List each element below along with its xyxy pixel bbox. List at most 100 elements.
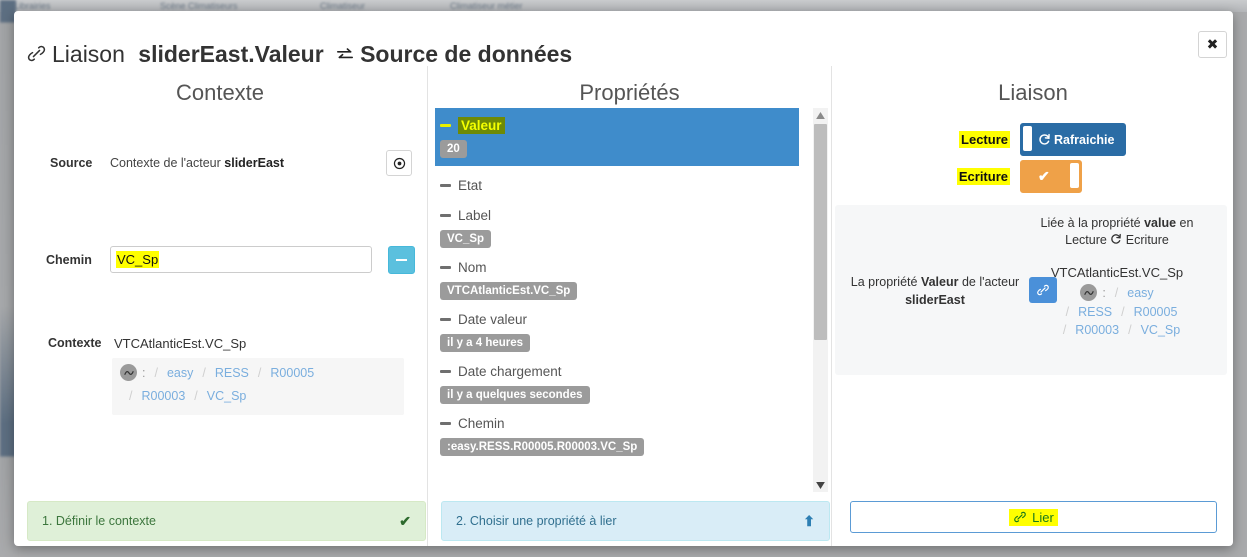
step-1-define-context[interactable]: 1. Définir le contexte ✔ [27, 501, 426, 541]
property-item-nom[interactable]: Nom VTCAtlanticEst.VC_Sp [440, 256, 804, 300]
exchange-arrows-icon [335, 42, 355, 69]
scroll-up-arrow-icon[interactable] [813, 108, 828, 122]
breadcrumb-line-2: / R00003 / VC_Sp [120, 389, 396, 403]
info-breadcrumb-item-ress[interactable]: RESS [1078, 305, 1112, 319]
source-value-text: Contexte de l'acteur [110, 156, 225, 170]
info-path: VTCAtlanticEst.VC_Sp [1050, 265, 1184, 280]
property-header: Valeur [440, 114, 794, 136]
property-value-badge: il y a quelques secondes [440, 386, 590, 404]
refresh-icon [1038, 133, 1050, 145]
lier-button[interactable]: Lier [850, 501, 1217, 533]
node-icon [1080, 284, 1098, 301]
property-name: Etat [458, 177, 483, 193]
chemin-input[interactable] [110, 246, 372, 273]
info-breadcrumb-line-2: / RESS / R00005 [1017, 305, 1217, 319]
title-target: Source de données [360, 41, 573, 67]
breadcrumb-separator: / [257, 365, 262, 380]
info-breadcrumb-item-r00005[interactable]: R00005 [1134, 305, 1178, 319]
scrollbar-thumb[interactable] [814, 124, 827, 340]
info-line-2: Lecture Ecriture [1017, 232, 1217, 249]
breadcrumb-separator: / [1114, 285, 1119, 300]
breadcrumb-line-1: : / easy / RESS / R00005 [120, 364, 396, 381]
info-left-pre: La propriété [850, 275, 921, 289]
arrow-up-icon: ⬆ [803, 512, 815, 529]
dialog-header: Liaison sliderEast.Valeur Source de donn… [14, 11, 1233, 69]
liaison-body: Lecture Rafraichie Ecriture ✔ La proprié… [832, 108, 1233, 492]
lecture-row: Lecture Rafraichie [930, 123, 1126, 156]
info-line1-post: en [1176, 216, 1194, 230]
node-icon [120, 364, 137, 381]
title-source: sliderEast.Valeur [138, 41, 324, 67]
property-item-date-chargement[interactable]: Date chargement il y a quelques secondes [440, 360, 804, 404]
property-header: Nom [440, 256, 804, 278]
refresh-icon [1111, 233, 1122, 244]
properties-scrollbar[interactable] [813, 108, 828, 492]
dash-icon [440, 123, 451, 127]
info-breadcrumb-line-1: : / easy [1017, 284, 1217, 301]
property-item-label[interactable]: Label VC_Sp [440, 204, 804, 248]
breadcrumb-item-ress[interactable]: RESS [215, 366, 249, 380]
dash-icon [440, 265, 451, 269]
property-item-date-valeur[interactable]: Date valeur il y a 4 heures [440, 308, 804, 352]
liaison-info-left: La propriété Valeur de l'acteur sliderEa… [845, 273, 1025, 309]
source-label: Source [50, 156, 93, 170]
breadcrumb-item-r00003[interactable]: R00003 [141, 389, 185, 403]
breadcrumb-item-vcsp[interactable]: VC_Sp [207, 389, 247, 403]
property-value-badge: 20 [440, 140, 467, 158]
ecriture-label: Ecriture [930, 168, 1020, 185]
check-icon: ✔ [1038, 168, 1050, 184]
target-icon [393, 157, 405, 169]
property-value-badge: VC_Sp [440, 230, 492, 248]
dash-icon [440, 317, 451, 321]
info-breadcrumb-item-r00003[interactable]: R00003 [1075, 323, 1119, 337]
breadcrumb-item-r00005[interactable]: R00005 [270, 366, 314, 380]
property-header: Label [440, 204, 804, 226]
target-icon-button[interactable] [386, 150, 412, 176]
breadcrumb-colon: : [142, 365, 146, 380]
lier-button-content: Lier [1009, 508, 1058, 526]
dash-icon [440, 213, 451, 217]
lecture-toggle-content: Rafraichie [1032, 133, 1114, 147]
property-header: Date valeur [440, 308, 804, 330]
source-value: Contexte de l'acteur sliderEast [110, 156, 284, 170]
properties-list: Valeur 20 Etat Label VC_Sp Nom VTCAtlant… [435, 108, 804, 456]
remove-chemin-button[interactable] [388, 246, 415, 274]
check-icon: ✔ [399, 512, 411, 529]
close-button[interactable]: ✖ [1198, 31, 1227, 58]
liaison-dialog: Liaison sliderEast.Valeur Source de donn… [14, 11, 1233, 546]
context-body: Source Contexte de l'acteur sliderEast C… [14, 106, 426, 476]
toggle-knob [1023, 126, 1032, 151]
property-item-chemin[interactable]: Chemin :easy.RESS.R00005.R00003.VC_Sp [440, 412, 804, 456]
breadcrumb-separator: / [1062, 323, 1067, 337]
dash-icon [440, 421, 451, 425]
ecriture-toggle[interactable]: ✔ [1020, 160, 1082, 193]
ecriture-label-text: Ecriture [956, 168, 1010, 185]
contexte-label: Contexte [48, 336, 102, 350]
context-panel: Contexte Source Contexte de l'acteur sli… [14, 66, 426, 546]
info-breadcrumb-item-vcsp[interactable]: VC_Sp [1141, 323, 1181, 337]
breadcrumb-separator: / [202, 365, 206, 380]
lecture-toggle[interactable]: Rafraichie [1020, 123, 1126, 156]
info-line2-pre: Lecture [1065, 233, 1111, 247]
lecture-label-text: Lecture [959, 131, 1010, 148]
property-item-etat[interactable]: Etat [440, 174, 804, 196]
property-header: Chemin [440, 412, 804, 434]
liaison-panel: Liaison Lecture Rafraichie Ecriture ✔ La… [831, 66, 1233, 546]
step-2-choose-property[interactable]: 2. Choisir une propriété à lier ⬆ [441, 501, 830, 541]
property-item-valeur[interactable]: Valeur 20 [435, 108, 799, 166]
contexte-value: VTCAtlanticEst.VC_Sp [114, 336, 247, 351]
info-breadcrumb-item-easy[interactable]: easy [1127, 286, 1153, 300]
breadcrumb-item-easy[interactable]: easy [167, 366, 193, 380]
breadcrumb-separator: / [129, 389, 133, 403]
property-name: Nom [458, 259, 487, 275]
property-header: Etat [440, 174, 804, 196]
toggle-knob [1070, 163, 1079, 188]
dash-icon [440, 183, 451, 187]
property-name: Label [458, 207, 492, 223]
liaison-info-box: La propriété Valeur de l'acteur sliderEa… [835, 205, 1227, 375]
scroll-down-arrow-icon[interactable] [813, 478, 828, 492]
